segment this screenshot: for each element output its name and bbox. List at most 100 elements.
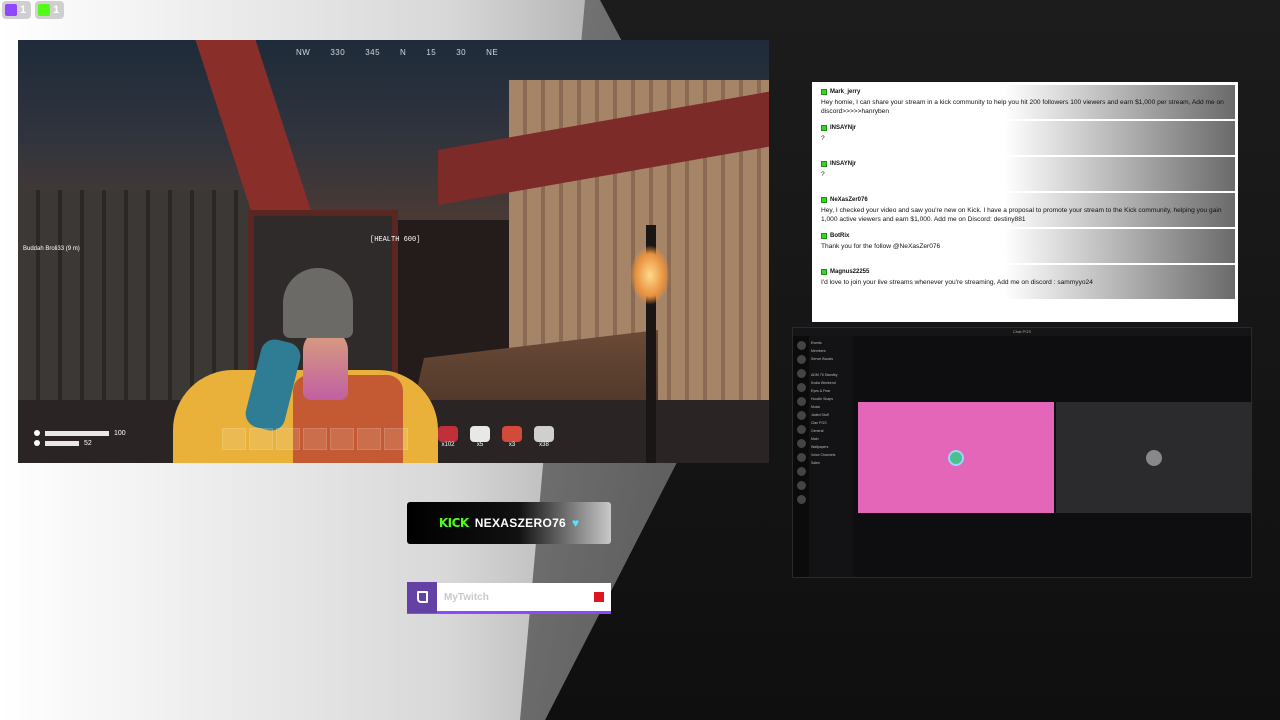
player-character <box>283 268 353 338</box>
avatar <box>1146 449 1162 466</box>
channel-item[interactable]: Wallpapers <box>811 443 851 451</box>
server-icon[interactable] <box>796 425 806 434</box>
channel-item[interactable]: Music <box>811 403 851 411</box>
item-berries: x102 <box>438 426 458 448</box>
stamina-bar <box>45 440 79 446</box>
hotbar-slot <box>222 428 246 450</box>
item-ammo: x38 <box>534 426 554 448</box>
channel-item[interactable]: Eyes & Fear <box>811 387 851 395</box>
stamina-icon <box>34 440 40 446</box>
kick-badge-icon <box>821 125 827 131</box>
kick-channel-name: NEXASZERO76 <box>474 516 567 530</box>
channel-item[interactable]: Jaded Stuff <box>811 411 851 419</box>
chat-message-list: Mark_jerry Hey homie, I can share your st… <box>815 85 1235 319</box>
channel-item[interactable]: Sales <box>811 459 851 467</box>
chat-username-row: Mark_jerry <box>821 89 1227 95</box>
server-icon[interactable] <box>796 355 806 364</box>
game-capture: NW 330 345 N 15 30 NE Buddah Broli33 (9 … <box>18 40 769 463</box>
channel-item[interactable]: Members <box>811 347 851 355</box>
server-icon[interactable] <box>796 453 806 462</box>
health-label: [HEALTH 600] <box>370 236 421 244</box>
chat-username: NeXasZer076 <box>830 197 868 203</box>
kick-badge-icon <box>821 89 827 95</box>
chat-username: INSAYNjr <box>830 161 857 167</box>
server-icon[interactable] <box>796 495 806 504</box>
chat-text: Thank you for the follow @NeXasZer076 <box>821 243 941 250</box>
hotbar-slot <box>357 428 381 450</box>
ammo-icon <box>534 426 554 442</box>
voice-tile-user[interactable] <box>1056 402 1252 513</box>
chat-username-row: Magnus22255 <box>821 269 1227 275</box>
compass: NW 330 345 N 15 30 NE <box>296 48 499 57</box>
kick-channel-label: KICK NEXASZERO76 ♥ <box>407 502 611 544</box>
chat-username: Mark_jerry <box>830 89 861 95</box>
chat-username-row: INSAYNjr <box>821 125 1227 131</box>
avatar <box>948 449 964 466</box>
chat-message: Mark_jerry Hey homie, I can share your st… <box>815 85 1235 119</box>
channel-item[interactable]: Voice Channels <box>811 451 851 459</box>
server-icon[interactable] <box>796 383 806 392</box>
discord-server-list <box>793 336 809 577</box>
hotbar <box>222 428 408 450</box>
channel-item[interactable]: Hoodie Snaps <box>811 395 851 403</box>
twitch-viewer-badge: 1 <box>2 1 32 19</box>
server-icon[interactable] <box>796 439 806 448</box>
discord-window: Chat PGS Events Members Server Boosts ADM 7… <box>792 327 1252 578</box>
chat-message: INSAYNjr? <box>815 157 1235 191</box>
kick-badge-icon <box>821 161 827 167</box>
channel-item[interactable]: Clan PGS <box>811 419 851 427</box>
discord-channel-list: Events Members Server Boosts ADM 75 Standby… <box>809 336 853 577</box>
hotbar-slot <box>249 428 273 450</box>
voice-tile-user[interactable] <box>858 402 1054 513</box>
hotbar-slot <box>303 428 327 450</box>
server-icon[interactable] <box>796 467 806 476</box>
chat-username-row: BotRix <box>821 233 1227 239</box>
stamina-value: 52 <box>84 439 92 447</box>
chat-text: I'd love to join your live streams whene… <box>821 279 1093 286</box>
channel-item[interactable]: Kodia Weekend <box>811 379 851 387</box>
channel-item[interactable]: Server Boosts <box>811 355 851 363</box>
heart-icon <box>34 430 40 436</box>
chat-message: BotRix Thank you for the follow @NeXasZer… <box>815 229 1235 263</box>
server-icon[interactable] <box>796 369 806 378</box>
kick-viewer-count: 1 <box>53 4 60 16</box>
viewer-badges: 1 1 <box>2 1 65 19</box>
live-indicator <box>594 592 604 602</box>
chat-overlay: Mark_jerry Hey homie, I can share your st… <box>812 82 1238 322</box>
kick-logo: KICK <box>438 516 469 530</box>
heart-icon: ♥ <box>572 516 580 530</box>
twitch-icon <box>5 4 17 16</box>
channel-item[interactable]: ADM 75 Standby <box>811 371 851 379</box>
consumables: x102 x5 x3 x38 <box>438 426 554 448</box>
server-icon[interactable] <box>796 341 806 350</box>
chat-username-row: INSAYNjr <box>821 161 1227 167</box>
chat-username: Magnus22255 <box>830 269 870 275</box>
kick-badge-icon <box>821 197 827 203</box>
twitch-viewer-count: 1 <box>20 4 27 16</box>
bandage-icon <box>502 426 522 442</box>
channel-item[interactable]: Main <box>811 435 851 443</box>
channel-item[interactable] <box>811 363 851 371</box>
server-icon[interactable] <box>796 397 806 406</box>
server-icon[interactable] <box>796 481 806 490</box>
discord-title: Chat PGS <box>793 328 1251 336</box>
chat-text: Hey, I checked your video and saw you're… <box>821 207 1222 223</box>
kick-badge-icon <box>821 269 827 275</box>
item-bandage: x3 <box>502 426 522 448</box>
hotbar-slot <box>330 428 354 450</box>
hotbar-slot <box>276 428 300 450</box>
syringe-icon <box>470 426 490 442</box>
player-status: 100 52 <box>34 428 126 448</box>
health-value: 100 <box>114 429 126 437</box>
chat-username: INSAYNjr <box>830 125 857 131</box>
item-syringe: x5 <box>470 426 490 448</box>
server-icon[interactable] <box>796 411 806 420</box>
twitch-icon <box>407 581 437 613</box>
chat-message: INSAYNjr? <box>815 121 1235 155</box>
twitch-channel-label: MyTwitch <box>407 581 611 614</box>
channel-item[interactable]: General <box>811 427 851 435</box>
channel-item[interactable]: Events <box>811 339 851 347</box>
teammate-tag: Buddah Broli33 (9 m) <box>23 246 80 252</box>
lamp-glow <box>630 245 670 305</box>
chat-text: ? <box>821 171 825 178</box>
